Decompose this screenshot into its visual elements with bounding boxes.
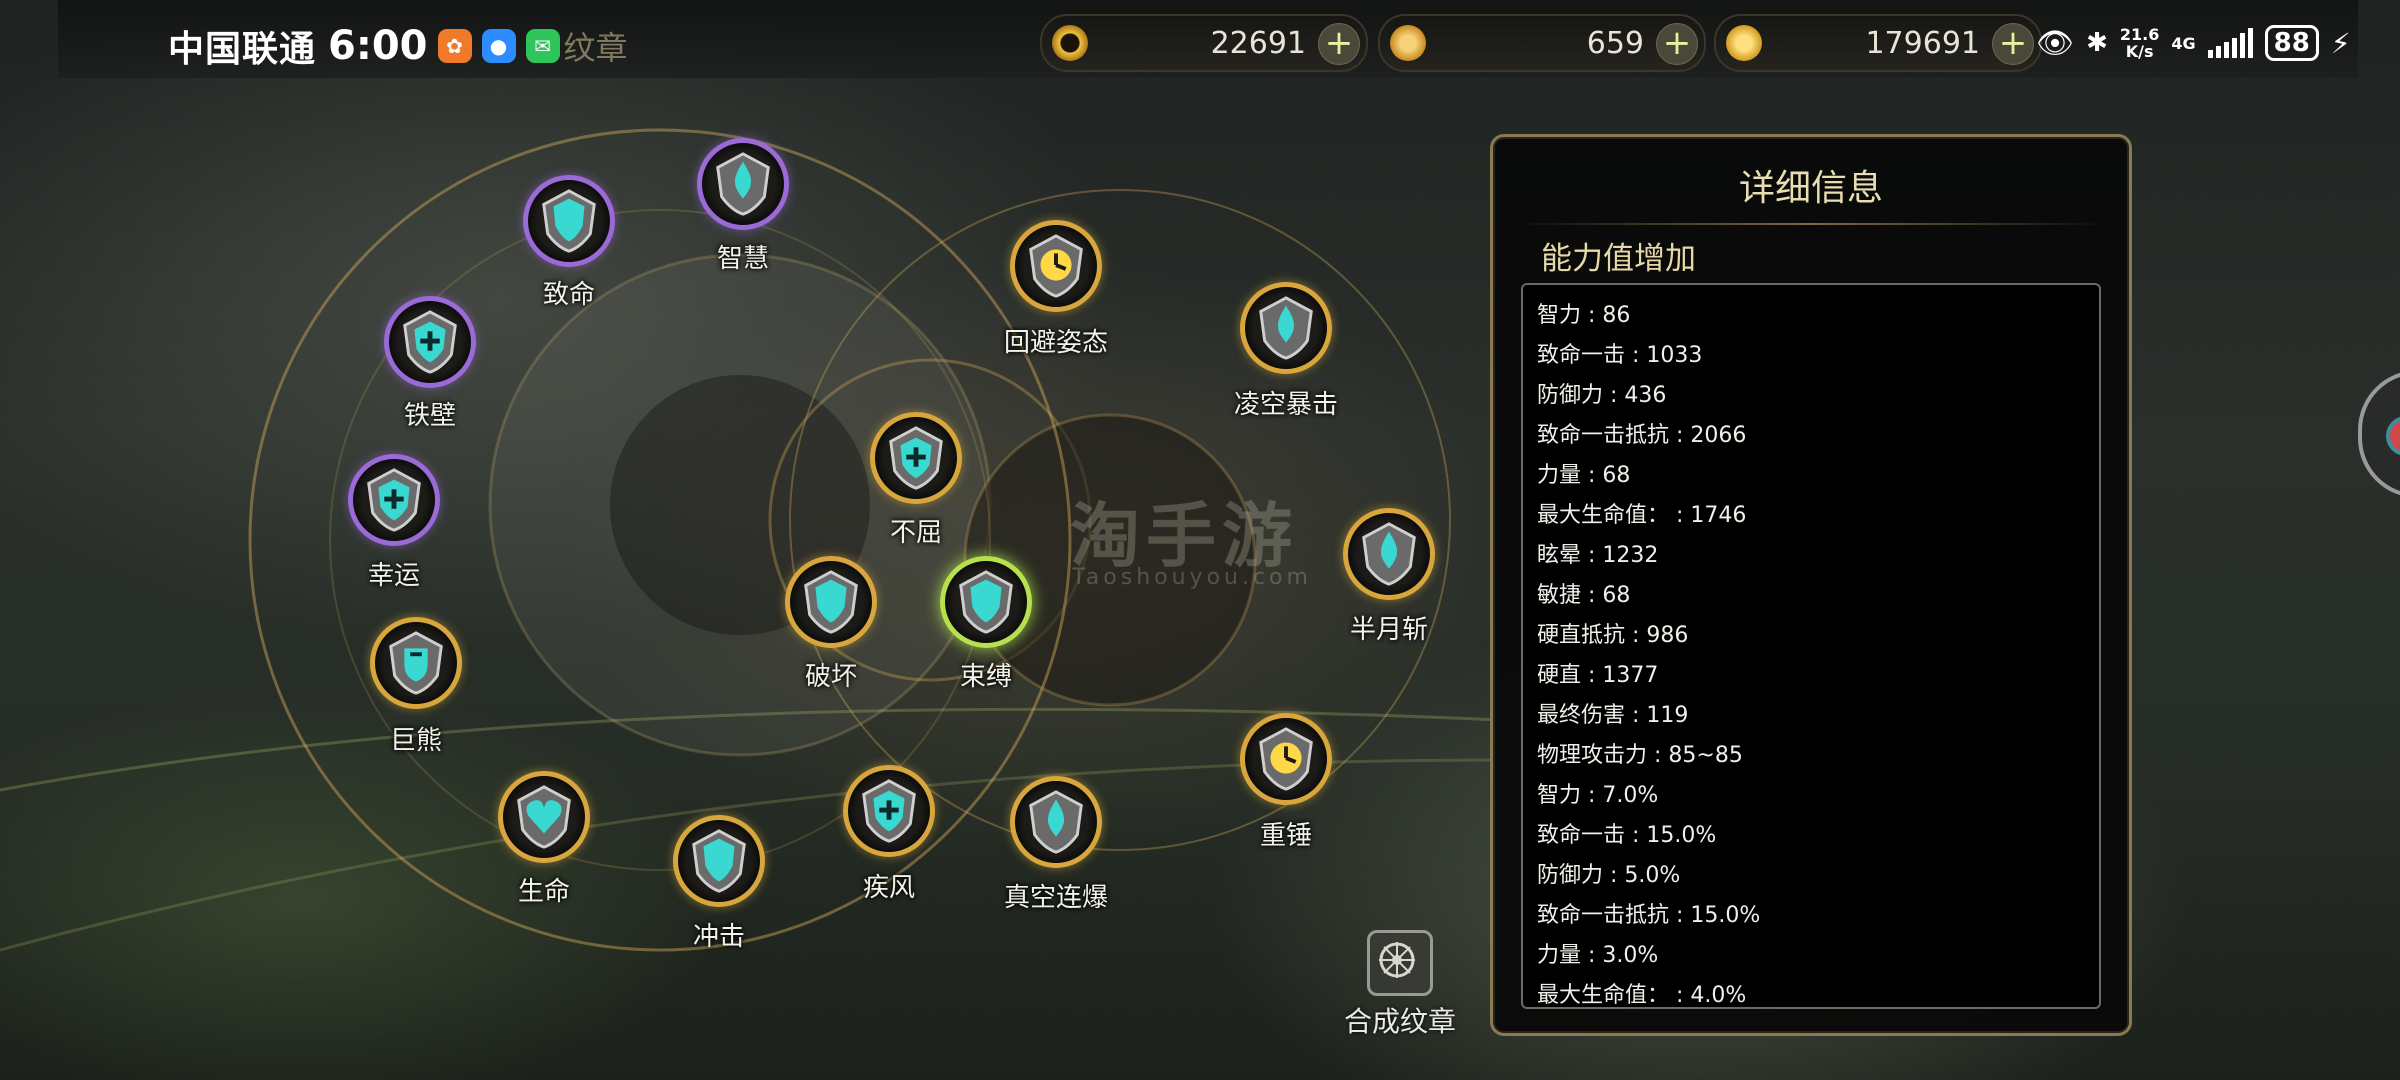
add-currency-3-button[interactable]: + [1992, 23, 2034, 65]
compose-emblem-button[interactable]: 合成纹章 [1320, 930, 1480, 1040]
stat-row: 致命一击抵抗 : 15.0% [1537, 903, 1761, 928]
detail-panel: 详细信息 能力值增加 智力 : 86 致命一击 : 1033 防御力 : 436… [1490, 134, 2132, 1036]
panel-divider [1513, 223, 2109, 225]
floating-assistant-button[interactable] [2358, 370, 2400, 498]
node-label: 半月斩 [1349, 615, 1428, 645]
stat-row: 智力 : 7.0% [1537, 783, 1659, 808]
add-currency-2-button[interactable]: + [1656, 23, 1698, 65]
stat-row: 最终伤害 : 119 [1537, 703, 1689, 728]
node-label: 重锤 [1259, 821, 1312, 851]
emblem-tree: 智慧 致命 铁壁 幸运 巨熊 生命 冲击 疾风 真空连爆 重锤 半月斩 凌空暴击… [0, 0, 1500, 1080]
stat-row: 最大生命值： : 4.0% [1537, 983, 1747, 1008]
compose-label: 合成纹章 [1343, 1005, 1456, 1038]
emblem-node-aerial-crit[interactable] [1240, 282, 1332, 374]
stat-row: 最大生命值： : 1746 [1537, 503, 1747, 528]
panel-section-title: 能力值增加 [1541, 241, 1696, 277]
stat-row: 硬直抵抗 : 986 [1537, 623, 1689, 648]
emblem-node-wisdom[interactable] [697, 138, 789, 230]
emblem-node-gale[interactable] [843, 765, 935, 857]
node-label: 回避姿态 [1003, 328, 1108, 358]
node-label: 不屈 [889, 518, 942, 548]
panel-title: 详细信息 [1738, 168, 1883, 209]
stat-row: 致命一击 : 1033 [1537, 343, 1703, 368]
emblem-node-iron-wall[interactable] [384, 296, 476, 388]
network-speed: 21.6 K/s [2119, 25, 2160, 61]
stat-row: 眩晕 : 1232 [1537, 543, 1659, 568]
status-bar-right: 👁 ✱ 21.6 K/s 4G 88 ⚡ [2036, 20, 2351, 66]
emblem-node-heavy-hammer[interactable] [1240, 713, 1332, 805]
assistant-icon [2386, 416, 2400, 456]
bluetooth-icon: ✱ [2086, 28, 2108, 58]
stat-row: 致命一击抵抗 : 2066 [1537, 423, 1747, 448]
emblem-node-giant-bear[interactable] [370, 617, 462, 709]
network-type: 4G [2171, 33, 2196, 53]
node-label: 凌空暴击 [1233, 390, 1338, 420]
currency-pill-3: 179691 + [1714, 14, 2042, 72]
battery-level: 88 [2264, 25, 2319, 61]
emblem-node-luck[interactable] [348, 454, 440, 546]
emblem-node-vacuum-burst[interactable] [1010, 776, 1102, 868]
node-label: 致命 [542, 280, 595, 310]
emblem-node-bind[interactable] [940, 556, 1032, 648]
emblem-node-fatal[interactable] [523, 175, 615, 267]
emblem-node-evasion-stance[interactable] [1010, 220, 1102, 312]
emblem-node-destroy[interactable] [785, 556, 877, 648]
stat-row: 硬直 : 1377 [1537, 663, 1659, 688]
currency-value-3: 179691 [1865, 26, 1980, 61]
node-label: 真空连爆 [1003, 883, 1108, 913]
charging-icon: ⚡ [2330, 26, 2351, 60]
stat-row: 敏捷 : 68 [1537, 583, 1631, 608]
node-label: 生命 [517, 877, 570, 907]
emblem-node-unyielding[interactable] [870, 412, 962, 504]
gold-coin-icon [1726, 25, 1762, 61]
stat-row: 力量 : 68 [1537, 463, 1631, 488]
emblem-node-half-moon-slash[interactable] [1343, 508, 1435, 600]
stat-row: 防御力 : 5.0% [1537, 863, 1681, 888]
stat-row: 物理攻击力 : 85~85 [1537, 743, 1743, 768]
stat-row: 智力 : 86 [1537, 303, 1631, 328]
node-label: 铁壁 [403, 401, 456, 431]
stats-list[interactable]: 智力 : 86 致命一击 : 1033 防御力 : 436 致命一击抵抗 : 2… [1521, 283, 2101, 1009]
compose-badge-icon [1367, 930, 1433, 996]
node-label: 智慧 [716, 244, 769, 274]
emblem-node-impact[interactable] [673, 815, 765, 907]
node-label: 束缚 [959, 662, 1012, 692]
node-label: 巨熊 [389, 726, 442, 756]
stat-row: 力量 : 3.0% [1537, 943, 1659, 968]
emblem-node-life[interactable] [498, 771, 590, 863]
stat-row: 致命一击 : 15.0% [1537, 823, 1717, 848]
signal-bars-icon [2207, 28, 2253, 58]
stat-row: 防御力 : 436 [1537, 383, 1667, 408]
node-label: 幸运 [367, 561, 420, 591]
node-label: 冲击 [692, 922, 745, 952]
currency-value-2: 659 [1586, 26, 1644, 61]
eye-icon: 👁 [2036, 25, 2075, 61]
